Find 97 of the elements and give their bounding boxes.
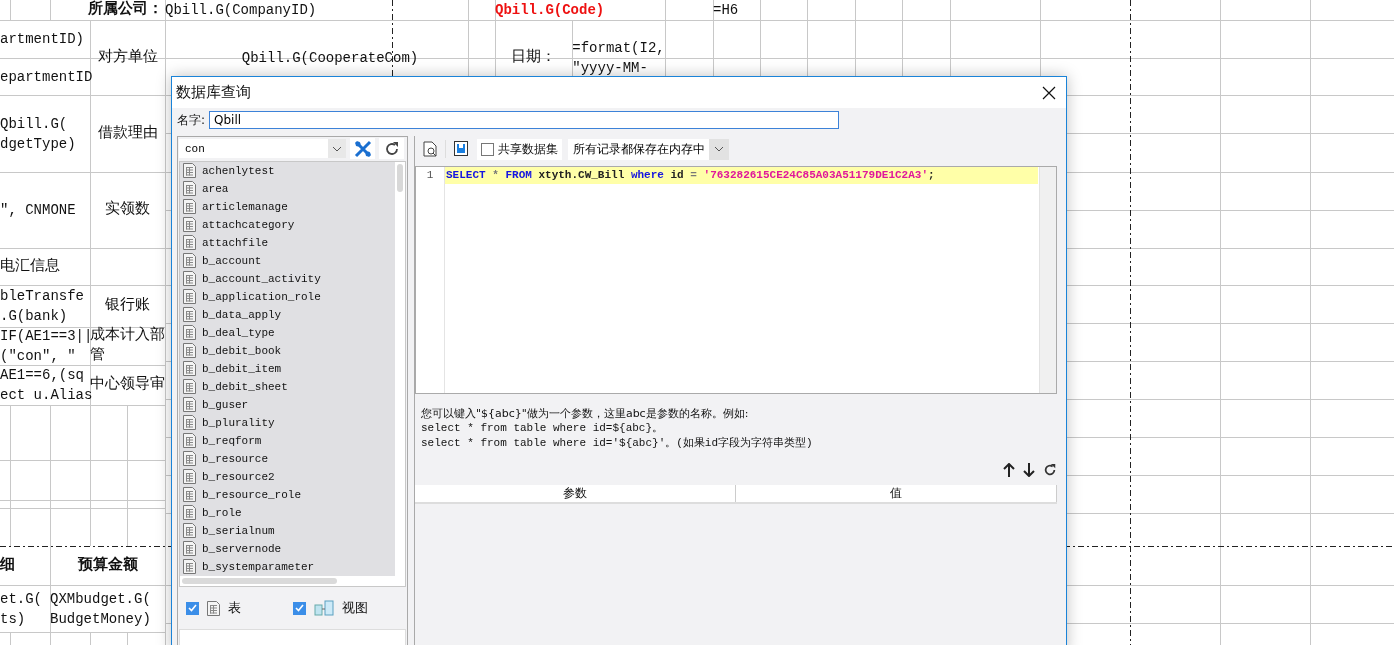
table-list-item[interactable]: b_guser xyxy=(180,395,405,414)
table-list-item[interactable]: articlemanage xyxy=(180,197,405,216)
table-icon xyxy=(183,181,196,197)
preview-icon[interactable] xyxy=(421,139,439,159)
filter-label: 表 xyxy=(228,599,241,618)
refresh-icon[interactable] xyxy=(1043,463,1057,477)
name-field[interactable]: Qbill xyxy=(209,111,840,129)
table-icon xyxy=(183,235,196,251)
table-icon xyxy=(183,307,196,323)
caret-icon xyxy=(332,145,342,152)
cell-text: 对方单位 xyxy=(96,47,159,68)
checkbox-label: 共享数据集 xyxy=(498,140,558,158)
cell-text: 所属公司： xyxy=(87,0,164,20)
table-list-item[interactable]: b_debit_item xyxy=(180,359,405,378)
table-list-item[interactable]: attachfile xyxy=(180,233,405,252)
scrollbar-thumb[interactable] xyxy=(182,578,337,585)
checkbox[interactable] xyxy=(186,601,199,615)
cell-text: =format(I2, "yyyy-MM- xyxy=(571,38,666,78)
cell-text: Qbill.G(CooperateCom) xyxy=(240,48,420,68)
table-list-item[interactable]: b_account xyxy=(180,251,405,270)
table-list-item[interactable]: b_deal_type xyxy=(180,323,405,342)
filter-label: 视图 xyxy=(341,599,368,618)
save-icon[interactable] xyxy=(452,139,471,159)
table-list-item[interactable]: attachcategory xyxy=(180,215,405,234)
column-header[interactable]: 参数 xyxy=(415,485,736,502)
table-icon xyxy=(183,271,196,287)
storage-dropdown[interactable]: 所有记录都保存在内存中 xyxy=(568,138,729,160)
cell-text: ", CNMONE xyxy=(0,201,77,220)
cell-text: =H6 xyxy=(713,1,740,20)
tools-icon[interactable] xyxy=(350,138,375,160)
table-icon xyxy=(183,217,196,233)
table-icon xyxy=(183,451,196,467)
column-header[interactable]: 值 xyxy=(736,485,1057,502)
table-icon xyxy=(183,343,196,359)
table-list-item[interactable]: b_resource_role xyxy=(180,485,405,504)
table-list-item[interactable]: b_serialnum xyxy=(180,521,405,540)
cell-text: epartmentID xyxy=(0,67,94,87)
table-list-item[interactable]: b_reqform xyxy=(180,431,405,450)
table-list-item[interactable]: b_systemparameter xyxy=(180,557,405,576)
move-up-icon[interactable] xyxy=(1003,463,1015,477)
table-icon xyxy=(183,325,196,341)
table-icon xyxy=(183,433,196,449)
table-list-item[interactable]: b_debit_sheet xyxy=(180,377,405,396)
table-list-item[interactable]: b_data_apply xyxy=(180,305,405,324)
table-list-item[interactable]: b_application_role xyxy=(180,287,405,306)
cell-text: 预算金额 xyxy=(76,555,139,576)
table-icon xyxy=(183,397,196,413)
line-number: 1 xyxy=(425,168,435,183)
table-list-item[interactable]: b_resource xyxy=(180,449,405,468)
table-icon xyxy=(207,600,220,616)
view-icon xyxy=(313,600,334,617)
cell-text: artmentID) xyxy=(0,30,85,49)
cell-text: Qbill.G(Code) xyxy=(495,1,606,20)
cell-text: Qbill.G(CompanyID) xyxy=(165,1,318,20)
scrollbar-thumb[interactable] xyxy=(397,163,403,192)
table-list-item[interactable]: b_debit_book xyxy=(180,341,405,360)
sql-editor[interactable]: 1 SELECT * FROM xtyth.CW_Bill where id = '763282615CE24C85A03A51179DE1C2A3'; xyxy=(415,166,1057,394)
dialog-title: 数据库查询 xyxy=(176,83,251,102)
cell-text: 中心领导审 xyxy=(90,375,166,393)
hint-text: 您可以键入"${abc}"做为一个参数，这里abc是参数的名称。例如: select * from table where id=${abc}。 select * from table where id='${abc}'。(如果id字段为字符串类型) xyxy=(420,406,814,451)
cell-text: bleTransfe .G(bank) xyxy=(0,287,85,326)
table-list-item[interactable]: b_plurality xyxy=(180,413,405,432)
table-list-item[interactable]: b_role xyxy=(180,503,405,522)
move-down-icon[interactable] xyxy=(1023,463,1035,477)
cell-text: et.G( ts) xyxy=(0,589,43,629)
cell-text: 日期： xyxy=(510,47,557,68)
cell-text: 电汇信息 xyxy=(0,256,61,277)
name-label: 名字: xyxy=(177,111,206,129)
table-icon xyxy=(183,379,196,395)
table-icon xyxy=(183,505,196,521)
table-icon xyxy=(183,199,196,215)
table-list-item[interactable]: achenlytest xyxy=(180,161,405,180)
cell-text: 实领数 xyxy=(104,200,151,220)
checkbox[interactable] xyxy=(292,601,306,615)
table-icon xyxy=(183,361,196,377)
cell-text: QXMbudget.G( BudgetMoney) xyxy=(50,589,152,629)
table-icon xyxy=(183,469,196,485)
table-icon xyxy=(183,487,196,503)
table-icon xyxy=(183,541,196,557)
table-icon xyxy=(183,289,196,305)
table-icon xyxy=(183,559,196,575)
caret-icon xyxy=(714,146,724,152)
cell-text: 借款理由 xyxy=(96,123,159,144)
table-icon xyxy=(183,523,196,539)
table-list-item[interactable]: b_resource2 xyxy=(180,467,405,486)
table-icon xyxy=(183,253,196,269)
table-list-item[interactable]: area xyxy=(180,179,405,198)
connection-dropdown[interactable]: con xyxy=(179,139,346,159)
refresh-icon[interactable] xyxy=(379,138,404,160)
table-list-item[interactable]: b_servernode xyxy=(180,539,405,558)
table-icon xyxy=(183,163,196,179)
cell-text: 银行账 xyxy=(104,296,151,316)
table-list-item[interactable]: b_account_activity xyxy=(180,269,405,288)
table-icon xyxy=(183,415,196,431)
cell-text: 细 xyxy=(0,555,16,576)
checkbox[interactable] xyxy=(481,142,494,156)
cell-text: Qbill.G( dgetType) xyxy=(0,114,77,154)
